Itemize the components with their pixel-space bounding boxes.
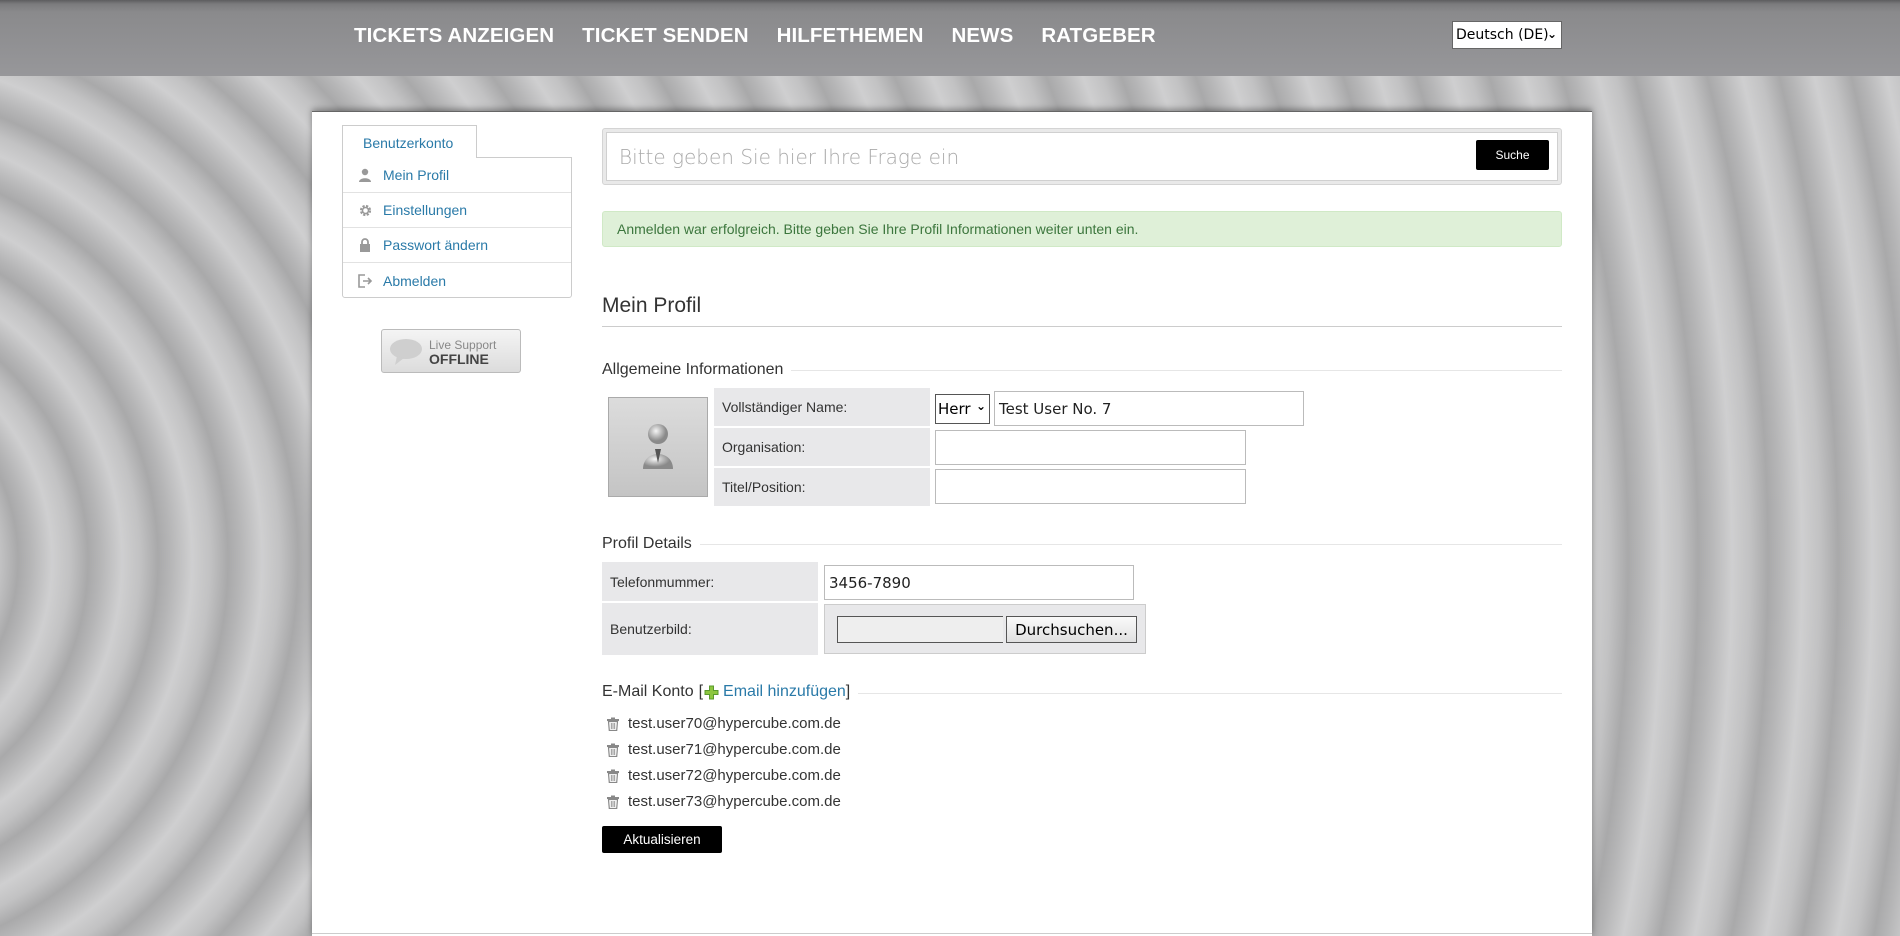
avatar-placeholder-icon xyxy=(643,424,673,469)
fieldset-divider xyxy=(602,544,1562,545)
chat-bubble-icon xyxy=(389,338,423,369)
user-icon xyxy=(357,167,373,183)
language-select-value: Deutsch (DE) xyxy=(1456,27,1549,43)
sidebar-item-label: Abmelden xyxy=(383,272,447,289)
list-item: test.user73@hypercube.com.de xyxy=(606,793,841,810)
live-support-status: OFFLINE xyxy=(429,351,489,367)
sidebar-tab-benutzerkonto[interactable]: Benutzerkonto xyxy=(342,125,477,158)
live-support-label: Live Support xyxy=(429,338,497,352)
update-button[interactable]: Aktualisieren xyxy=(602,826,722,853)
email-address: test.user73@hypercube.com.de xyxy=(628,793,841,810)
sidebar-item-abmelden[interactable]: Abmelden xyxy=(343,263,571,298)
browse-button[interactable]: Durchsuchen... xyxy=(1006,616,1137,643)
full-name-field[interactable]: Test User No. 7 xyxy=(994,391,1304,426)
email-address: test.user72@hypercube.com.de xyxy=(628,767,841,784)
trash-icon[interactable] xyxy=(606,769,620,783)
title-divider xyxy=(602,326,1562,327)
avatar-upload: Durchsuchen... xyxy=(824,604,1146,654)
chevron-down-icon: ⌄ xyxy=(1546,27,1557,41)
organisation-label: Organisation: xyxy=(714,428,930,466)
phone-label: Telefonmummer: xyxy=(602,562,818,601)
sidebar-menu: Mein Profil Einstellungen Passwort änder… xyxy=(342,157,572,298)
search-button[interactable]: Suche xyxy=(1476,140,1549,170)
search-input[interactable]: Bitte geben Sie hier Ihre Frage ein xyxy=(606,132,1558,181)
email-account-legend: E-Mail Konto [ Email hinzufügen ] xyxy=(602,683,859,701)
lock-icon xyxy=(357,237,373,253)
sidebar-item-mein-profil[interactable]: Mein Profil xyxy=(343,158,571,193)
search-box: Bitte geben Sie hier Ihre Frage ein xyxy=(602,128,1562,185)
trash-icon[interactable] xyxy=(606,795,620,809)
sidebar-item-einstellungen[interactable]: Einstellungen xyxy=(343,193,571,228)
trash-icon[interactable] xyxy=(606,743,620,757)
success-alert: Anmelden war erfolgreich. Bitte geben Si… xyxy=(602,211,1562,247)
avatar-upload-label: Benutzerbild: xyxy=(602,603,818,655)
gear-icon xyxy=(357,202,373,218)
email-legend-title: E-Mail Konto xyxy=(602,683,694,700)
list-item: test.user72@hypercube.com.de xyxy=(606,767,841,784)
list-item: test.user71@hypercube.com.de xyxy=(606,741,841,758)
nav-news[interactable]: NEWS xyxy=(951,24,1013,48)
language-select[interactable]: Deutsch (DE) ⌄ xyxy=(1452,21,1562,49)
sidebar-item-label: Einstellungen xyxy=(383,202,468,218)
file-path-field[interactable] xyxy=(837,616,1003,643)
add-email-link[interactable]: Email hinzufügen xyxy=(703,683,846,701)
phone-field[interactable]: 3456-7890 xyxy=(824,565,1134,600)
title-position-label: Titel/Position: xyxy=(714,468,930,506)
email-address: test.user70@hypercube.com.de xyxy=(628,715,841,732)
add-email-label: Email hinzufügen xyxy=(723,683,846,700)
salutation-select[interactable]: Herr ⌄ xyxy=(935,394,990,424)
avatar xyxy=(608,397,708,497)
plus-icon xyxy=(704,685,719,699)
profile-details-legend: Profil Details xyxy=(602,535,700,553)
trash-icon[interactable] xyxy=(606,717,620,731)
email-address: test.user71@hypercube.com.de xyxy=(628,741,841,758)
title-position-field[interactable] xyxy=(935,469,1246,504)
top-navigation-bar: TICKETS ANZEIGEN TICKET SENDEN HILFETHEM… xyxy=(0,0,1900,76)
sidebar-item-passwort-aendern[interactable]: Passwort ändern xyxy=(343,228,571,263)
full-name-label: Vollständiger Name: xyxy=(714,388,930,426)
nav-ratgeber[interactable]: RATGEBER xyxy=(1041,24,1155,48)
general-info-legend: Allgemeine Informationen xyxy=(602,361,792,379)
page-title: Mein Profil xyxy=(602,294,702,317)
main-nav: TICKETS ANZEIGEN TICKET SENDEN HILFETHEM… xyxy=(354,24,1184,48)
nav-tickets-anzeigen[interactable]: TICKETS ANZEIGEN xyxy=(354,24,554,48)
logout-icon xyxy=(357,273,373,289)
live-support-button[interactable]: Live Support OFFLINE xyxy=(381,329,521,373)
sidebar-item-label: Passwort ändern xyxy=(383,237,489,253)
nav-ticket-senden[interactable]: TICKET SENDEN xyxy=(582,24,748,48)
bracket-close: ] xyxy=(845,683,851,700)
chevron-down-icon: ⌄ xyxy=(975,399,986,413)
list-item: test.user70@hypercube.com.de xyxy=(606,715,841,732)
nav-hilfethemen[interactable]: HILFETHEMEN xyxy=(777,24,924,48)
salutation-select-value: Herr xyxy=(938,400,971,418)
sidebar-item-label: Mein Profil xyxy=(383,167,450,183)
organisation-field[interactable] xyxy=(935,430,1246,465)
panel-divider xyxy=(312,933,1592,934)
